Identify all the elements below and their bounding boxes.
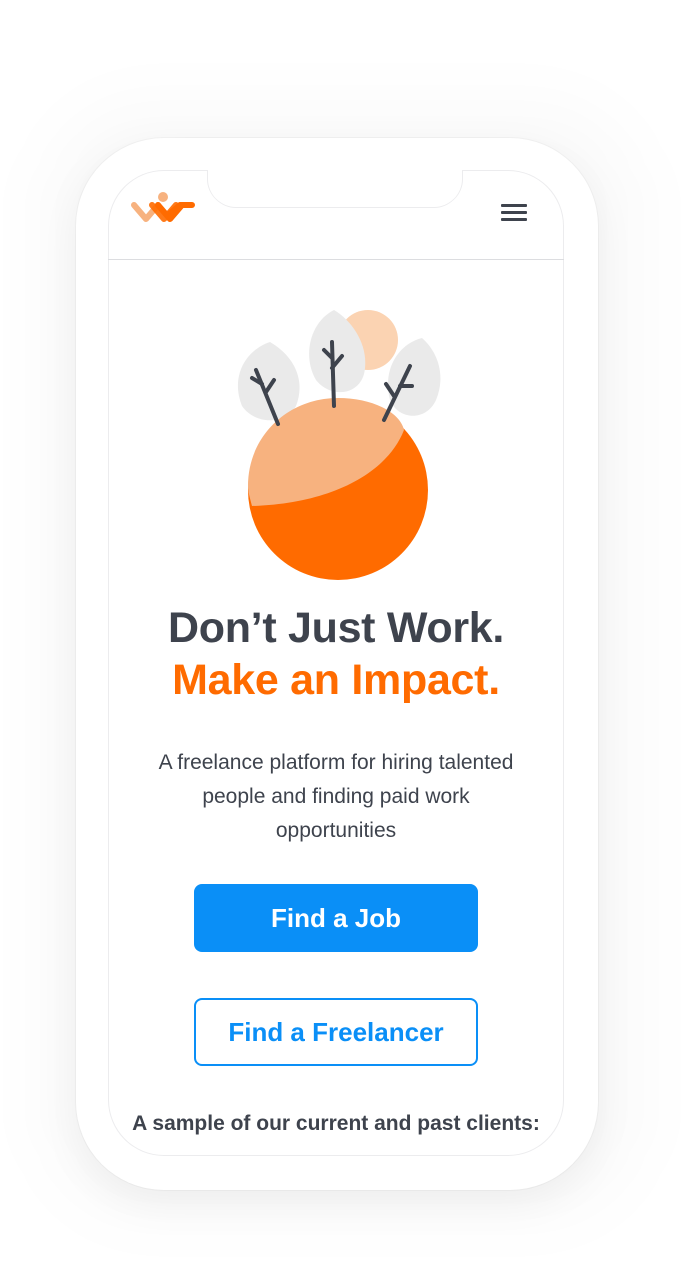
clients-heading: A sample of our current and past clients… [132,1112,540,1135]
brand-logo-icon[interactable] [130,188,196,230]
find-freelancer-button[interactable]: Find a Freelancer [194,998,478,1066]
find-job-button[interactable]: Find a Job [194,884,478,952]
headline-line-1: Don’t Just Work. [167,604,505,652]
headline-line-2: Make an Impact. [172,656,500,704]
phone-screen: Don’t Just Work. Make an Impact. A freel… [108,170,564,1156]
phone-notch [208,170,462,207]
hamburger-menu-icon[interactable] [498,200,530,226]
hero-subtitle: A freelance platform for hiring talented… [158,751,514,842]
hero-headline: Don’t Just Work. Make an Impact. [108,602,564,706]
planet-with-trees-icon [226,300,446,580]
device-mockup: Don’t Just Work. Make an Impact. A freel… [0,0,684,1268]
